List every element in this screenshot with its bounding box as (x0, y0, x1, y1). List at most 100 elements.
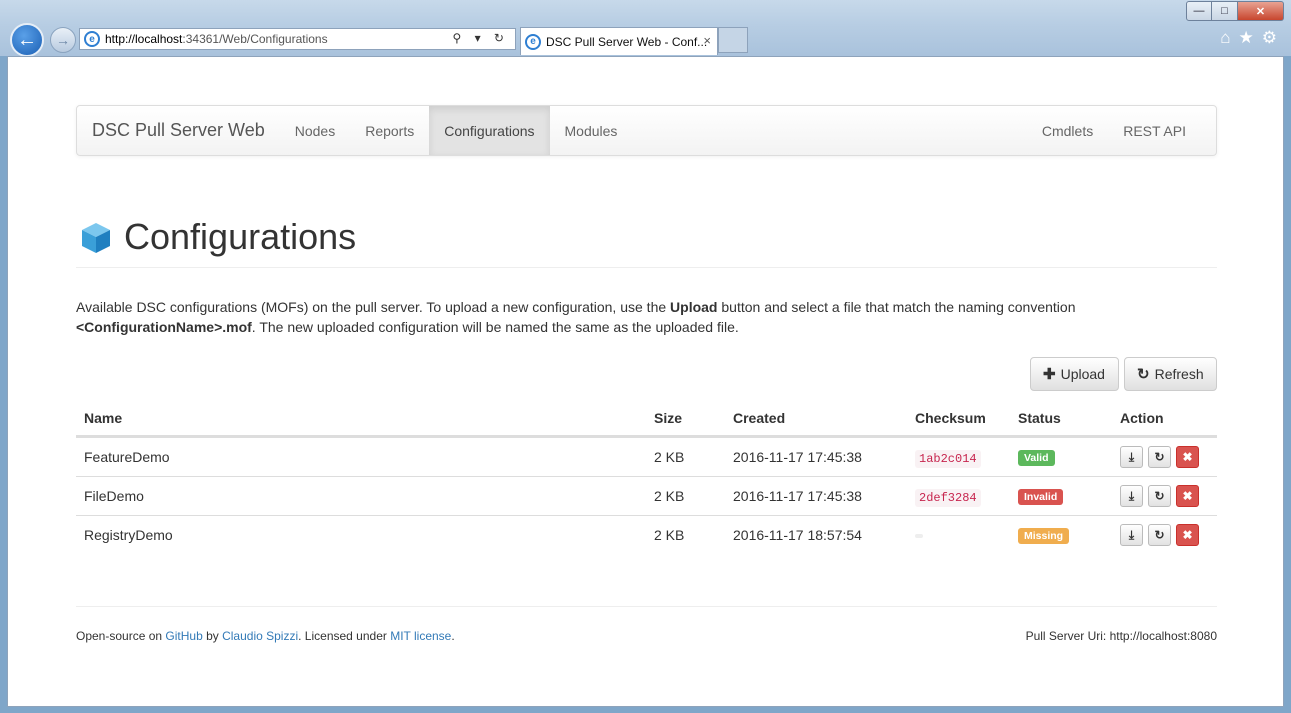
config-created: 2016-11-17 18:57:54 (733, 527, 862, 543)
refresh-icon: ↻ (1154, 450, 1165, 464)
config-created: 2016-11-17 17:45:38 (733, 488, 862, 504)
browser-toolbar-icons: ⌂ ★ ⚙ (1220, 28, 1277, 48)
refresh-icon: ↻ (1154, 489, 1165, 503)
column-header-size[interactable]: Size (646, 410, 725, 426)
nav-item-rest-api[interactable]: REST API (1108, 106, 1216, 155)
download-icon: ⤓ (1128, 449, 1135, 464)
config-actions: ⤓ ↻ ✖ (1112, 485, 1217, 507)
table-row: RegistryDemo 2 KB 2016-11-17 18:57:54 Mi… (76, 515, 1217, 554)
nav-item-reports[interactable]: Reports (350, 106, 429, 155)
table-row: FeatureDemo 2 KB 2016-11-17 17:45:38 1ab… (76, 437, 1217, 476)
config-created: 2016-11-17 17:45:38 (733, 449, 862, 465)
footer: Open-source on GitHub by Claudio Spizzi.… (76, 606, 1217, 646)
column-header-created[interactable]: Created (725, 410, 907, 426)
column-header-checksum[interactable]: Checksum (907, 410, 1010, 426)
delete-x-icon: ✖ (1182, 528, 1193, 542)
intro-text-part: Available DSC configurations (MOFs) on t… (76, 299, 671, 315)
cube-icon (82, 223, 110, 253)
favorites-star-icon[interactable]: ★ (1239, 28, 1254, 48)
table-header-row: Name Size Created Checksum Status Action (76, 401, 1217, 437)
delete-button[interactable]: ✖ (1176, 446, 1199, 468)
download-icon: ⤓ (1128, 488, 1135, 503)
footer-left: Open-source on GitHub by Claudio Spizzi.… (76, 629, 455, 646)
page-header: Configurations (76, 215, 1217, 268)
footer-text: . (451, 629, 455, 643)
download-button[interactable]: ⤓ (1120, 446, 1143, 468)
url-path: :34361/Web/Configurations (182, 32, 328, 46)
nav-item-modules[interactable]: Modules (550, 106, 633, 155)
navbar-right: Cmdlets REST API (1027, 106, 1216, 155)
recalculate-button[interactable]: ↻ (1148, 524, 1171, 546)
page-title: Configurations (124, 216, 357, 257)
config-actions: ⤓ ↻ ✖ (1112, 524, 1217, 546)
minimize-button[interactable]: — (1186, 1, 1212, 21)
config-checksum-cell: 2def3284 (907, 488, 1010, 507)
intro-naming-convention-bold: <ConfigurationName>.mof (76, 319, 252, 335)
nav-item-nodes[interactable]: Nodes (280, 106, 350, 155)
forward-button[interactable]: → (50, 27, 76, 53)
ie-favicon-icon: e (84, 31, 100, 47)
config-name: FileDemo (84, 488, 144, 504)
maximize-button[interactable]: □ (1212, 1, 1238, 21)
tab-favicon-icon: e (525, 33, 541, 50)
config-name: FeatureDemo (84, 449, 170, 465)
intro-upload-bold: Upload (670, 299, 718, 315)
refresh-icon: ↻ (1137, 366, 1150, 383)
tab-title: DSC Pull Server Web - Conf... (546, 34, 708, 49)
intro-text-part: . The new uploaded configuration will be… (251, 319, 739, 335)
column-header-name[interactable]: Name (76, 410, 646, 426)
footer-text: . Licensed under (298, 629, 391, 643)
settings-gear-icon[interactable]: ⚙ (1262, 28, 1277, 48)
status-badge: Missing (1018, 528, 1070, 544)
nav-item-cmdlets[interactable]: Cmdlets (1027, 106, 1108, 155)
new-tab-button[interactable] (718, 27, 748, 53)
download-icon: ⤓ (1128, 527, 1135, 542)
back-button[interactable]: ← (10, 23, 44, 57)
recalculate-button[interactable]: ↻ (1148, 485, 1171, 507)
refresh-label: Refresh (1154, 366, 1204, 382)
refresh-icon: ↻ (1154, 528, 1165, 542)
column-header-action: Action (1120, 410, 1164, 426)
config-checksum-cell: 1ab2c014 (907, 449, 1010, 468)
address-bar[interactable]: e http://localhost:34361/Web/Configurati… (79, 28, 516, 50)
column-header-status[interactable]: Status (1010, 410, 1112, 426)
config-status-cell: Missing (1010, 526, 1112, 544)
address-search-refresh-icons[interactable]: ⚲ ▾ ↻ (452, 31, 509, 45)
nav-item-configurations[interactable]: Configurations (429, 106, 550, 155)
config-checksum (915, 534, 923, 539)
github-link[interactable]: GitHub (165, 629, 202, 643)
config-checksum: 2def3284 (915, 488, 981, 507)
navbar: DSC Pull Server Web Nodes Reports Config… (76, 105, 1217, 156)
config-size: 2 KB (654, 488, 685, 504)
back-arrow-icon: ← (17, 28, 37, 51)
table-row: FileDemo 2 KB 2016-11-17 17:45:38 2def32… (76, 476, 1217, 515)
recalculate-button[interactable]: ↻ (1148, 446, 1171, 468)
window-controls: — □ ✕ (1186, 1, 1284, 21)
navbar-brand[interactable]: DSC Pull Server Web (77, 106, 280, 155)
upload-label: Upload (1060, 366, 1105, 382)
intro-text: Available DSC configurations (MOFs) on t… (76, 297, 1217, 337)
config-size: 2 KB (654, 449, 685, 465)
license-link[interactable]: MIT license (390, 629, 451, 643)
plus-icon: ✚ (1043, 366, 1056, 383)
author-link[interactable]: Claudio Spizzi (222, 629, 298, 643)
browser-tab[interactable]: e DSC Pull Server Web - Conf... × (520, 27, 718, 55)
delete-button[interactable]: ✖ (1176, 524, 1199, 546)
config-size: 2 KB (654, 527, 685, 543)
refresh-button[interactable]: ↻ Refresh (1124, 357, 1217, 391)
download-button[interactable]: ⤓ (1120, 485, 1143, 507)
home-icon[interactable]: ⌂ (1220, 28, 1230, 48)
browser-chrome: — □ ✕ ← → e http://localhost:34361/Web/C… (0, 0, 1291, 57)
tab-close-icon[interactable]: × (703, 33, 711, 48)
download-button[interactable]: ⤓ (1120, 524, 1143, 546)
footer-text: Open-source on (76, 629, 166, 643)
page-viewport: DSC Pull Server Web Nodes Reports Config… (7, 56, 1284, 707)
status-badge: Valid (1018, 450, 1055, 466)
delete-button[interactable]: ✖ (1176, 485, 1199, 507)
intro-text-part: button and select a file that match the … (717, 299, 1076, 315)
close-window-button[interactable]: ✕ (1238, 1, 1284, 21)
upload-button[interactable]: ✚ Upload (1030, 357, 1119, 391)
forward-arrow-icon: → (56, 32, 70, 48)
status-badge: Invalid (1018, 489, 1064, 505)
pull-server-uri: Pull Server Uri: http://localhost:8080 (1025, 629, 1217, 643)
